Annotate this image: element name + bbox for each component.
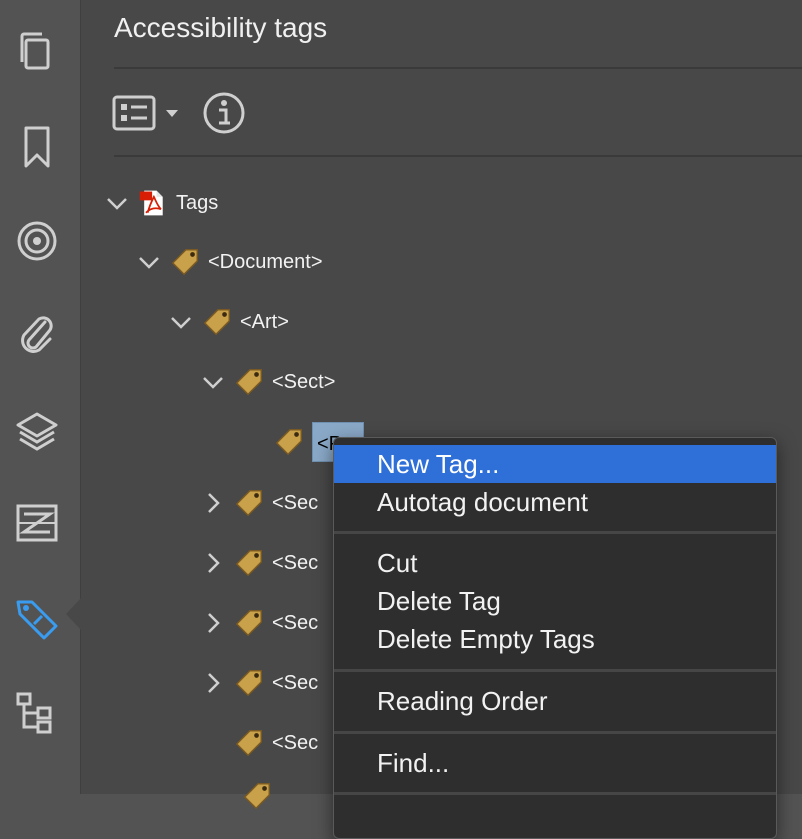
tree-node-tags-root[interactable]: Tags — [104, 183, 218, 223]
tree-node-label: Tags — [176, 191, 219, 214]
menu-item-new-tag[interactable]: New Tag... — [334, 445, 776, 483]
tree-node-partial[interactable] — [240, 776, 280, 816]
tag-icon — [200, 305, 234, 339]
tree-node-label: <Sec — [272, 611, 319, 634]
toolbar-divider — [114, 155, 802, 157]
menu-separator — [334, 531, 776, 534]
chevron-right-icon[interactable] — [200, 670, 226, 696]
tag-icon — [240, 779, 274, 813]
order-icon[interactable] — [10, 686, 64, 740]
layers-icon[interactable] — [10, 404, 64, 458]
tag-icon — [232, 365, 266, 399]
active-panel-pointer — [66, 598, 81, 630]
tags-icon[interactable] — [10, 592, 64, 646]
menu-item-delete-tag[interactable]: Delete Tag — [334, 582, 776, 620]
tree-node-sect-collapsed[interactable]: <Sec — [200, 663, 318, 703]
chevron-down-icon[interactable] — [136, 249, 162, 275]
chevron-right-icon[interactable] — [200, 490, 226, 516]
tree-node-sect-collapsed[interactable]: <Sec — [200, 543, 318, 583]
tree-node-label: <Sec — [272, 491, 319, 514]
menu-separator — [334, 731, 776, 734]
tree-node-label: <Sec — [272, 671, 319, 694]
menu-separator — [334, 669, 776, 672]
attachment-icon[interactable] — [10, 306, 64, 360]
tag-icon — [232, 486, 266, 520]
tree-node-sect-leaf[interactable]: <Sec — [232, 723, 318, 763]
menu-item-autotag-document[interactable]: Autotag document — [334, 483, 776, 521]
panel-title: Accessibility tags — [114, 12, 328, 43]
menu-item-find[interactable]: Find... — [334, 744, 776, 782]
tag-icon — [232, 606, 266, 640]
tree-node-label: <Document> — [208, 250, 323, 273]
info-icon[interactable] — [200, 90, 248, 136]
pdf-file-icon — [136, 186, 170, 220]
bookmark-icon[interactable] — [10, 120, 64, 174]
tree-node-sect-collapsed[interactable]: <Sec — [200, 483, 318, 523]
menu-item-reading-order[interactable]: Reading Order — [334, 682, 776, 720]
menu-item-delete-empty-tags[interactable]: Delete Empty Tags — [334, 620, 776, 658]
tree-node-sect-collapsed[interactable]: <Sec — [200, 603, 318, 643]
menu-item-cut[interactable]: Cut — [334, 544, 776, 582]
chevron-down-icon[interactable] — [104, 190, 130, 216]
tree-node-document[interactable]: <Document> — [136, 242, 323, 282]
chevron-right-icon[interactable] — [200, 550, 226, 576]
tree-node-label: <Sect> — [272, 370, 336, 393]
chevron-down-icon[interactable] — [168, 309, 194, 335]
tree-node-label: <Sec — [272, 731, 319, 754]
caret-down-icon[interactable] — [163, 100, 181, 126]
content-icon[interactable] — [10, 496, 64, 550]
title-divider — [114, 67, 802, 69]
left-navigation-rail — [0, 0, 81, 794]
list-options-icon[interactable] — [111, 92, 159, 134]
chevron-down-icon[interactable] — [200, 369, 226, 395]
tree-node-art[interactable]: <Art> — [168, 302, 289, 342]
chevron-right-icon[interactable] — [200, 610, 226, 636]
tag-icon — [168, 245, 202, 279]
tree-node-label: <Sec — [272, 551, 319, 574]
tag-icon — [232, 546, 266, 580]
tree-node-label: <Art> — [240, 310, 289, 333]
tag-icon — [232, 726, 266, 760]
pages-icon[interactable] — [10, 24, 64, 78]
tag-icon — [272, 425, 306, 459]
context-menu: New Tag... Autotag document Cut Delete T… — [333, 437, 777, 839]
tag-icon — [232, 666, 266, 700]
destinations-icon[interactable] — [10, 214, 64, 268]
tree-node-sect[interactable]: <Sect> — [200, 362, 335, 402]
